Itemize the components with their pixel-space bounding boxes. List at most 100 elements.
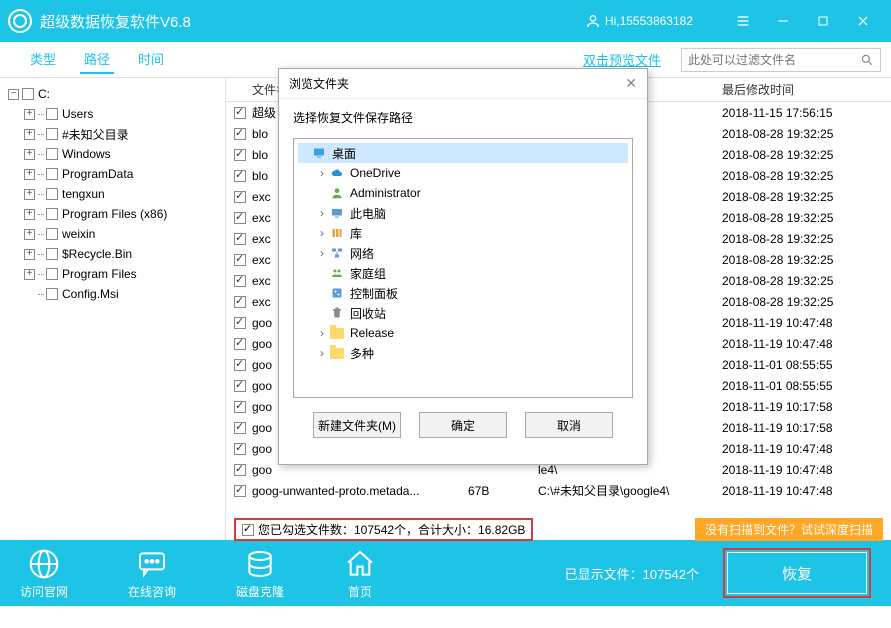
chat-icon xyxy=(136,547,168,581)
folder-tree[interactable]: − C: +Users+#未知父目录+Windows+ProgramData+t… xyxy=(0,78,226,540)
tree-checkbox[interactable] xyxy=(46,288,58,300)
tree-node[interactable]: +Program Files (x86) xyxy=(20,204,221,224)
row-checkbox[interactable] xyxy=(234,212,246,224)
collapse-icon[interactable]: − xyxy=(8,89,19,100)
tree-node[interactable]: +ProgramData xyxy=(20,164,221,184)
footer-clone-button[interactable]: 磁盘克隆 xyxy=(236,547,284,600)
tree-node[interactable]: +$Recycle.Bin xyxy=(20,244,221,264)
footer-site-button[interactable]: 访问官网 xyxy=(20,547,68,600)
caret-icon[interactable]: › xyxy=(316,226,328,240)
preview-link[interactable]: 双击预览文件 xyxy=(583,50,661,69)
row-checkbox[interactable] xyxy=(234,338,246,350)
dialog-tree-node[interactable]: ›此电脑 xyxy=(316,203,628,223)
caret-icon[interactable]: › xyxy=(316,346,328,360)
tree-node[interactable]: +Users xyxy=(20,104,221,124)
expand-icon[interactable]: + xyxy=(24,209,35,220)
dialog-tree-node[interactable]: ›Release xyxy=(316,323,628,343)
close-button[interactable] xyxy=(843,0,883,42)
dialog-tree-node[interactable]: 控制面板 xyxy=(316,283,628,303)
row-checkbox[interactable] xyxy=(234,380,246,392)
row-checkbox[interactable] xyxy=(234,443,246,455)
tree-node[interactable]: +weixin xyxy=(20,224,221,244)
tree-node[interactable]: +tengxun xyxy=(20,184,221,204)
row-checkbox[interactable] xyxy=(234,464,246,476)
row-checkbox[interactable] xyxy=(234,485,246,497)
app-logo-icon xyxy=(8,9,32,33)
search-input[interactable] xyxy=(688,53,860,67)
deep-scan-link[interactable]: 没有扫描到文件？试试深度扫描 xyxy=(695,518,883,541)
tree-checkbox[interactable] xyxy=(46,128,58,140)
expand-icon[interactable]: + xyxy=(24,169,35,180)
expand-icon[interactable]: + xyxy=(24,129,35,140)
row-checkbox[interactable] xyxy=(234,317,246,329)
expand-icon[interactable]: + xyxy=(24,109,35,120)
tree-checkbox[interactable] xyxy=(46,148,58,160)
dialog-titlebar[interactable]: 浏览文件夹 ✕ xyxy=(279,69,647,99)
tab-path[interactable]: 路径 xyxy=(70,42,124,78)
expand-icon[interactable]: + xyxy=(24,189,35,200)
expand-icon[interactable]: + xyxy=(24,229,35,240)
dialog-tree-root[interactable]: 桌面 xyxy=(298,143,628,163)
row-checkbox[interactable] xyxy=(234,359,246,371)
node-icon xyxy=(328,306,346,320)
maximize-button[interactable] xyxy=(803,0,843,42)
expand-icon[interactable]: + xyxy=(24,249,35,260)
recover-button[interactable]: 恢复 xyxy=(727,552,867,594)
search-icon[interactable] xyxy=(860,53,874,67)
user-info[interactable]: Hi,15553863182 xyxy=(585,13,693,29)
row-checkbox[interactable] xyxy=(234,107,246,119)
row-checkbox[interactable] xyxy=(234,275,246,287)
tree-checkbox[interactable] xyxy=(46,268,58,280)
dialog-tree-node[interactable]: Administrator xyxy=(316,183,628,203)
selection-checkbox[interactable] xyxy=(242,524,254,536)
row-checkbox[interactable] xyxy=(234,170,246,182)
tree-checkbox[interactable] xyxy=(46,188,58,200)
row-checkbox[interactable] xyxy=(234,191,246,203)
tree-checkbox[interactable] xyxy=(46,228,58,240)
tree-checkbox[interactable] xyxy=(46,168,58,180)
tab-type[interactable]: 类型 xyxy=(16,42,70,78)
row-checkbox[interactable] xyxy=(234,401,246,413)
row-checkbox[interactable] xyxy=(234,296,246,308)
dialog-tree-node[interactable]: 家庭组 xyxy=(316,263,628,283)
row-checkbox[interactable] xyxy=(234,254,246,266)
dialog-tree-node[interactable]: ›网络 xyxy=(316,243,628,263)
tree-checkbox[interactable] xyxy=(46,108,58,120)
desktop-icon xyxy=(310,147,328,159)
tree-checkbox[interactable] xyxy=(22,88,34,100)
footer-chat-button[interactable]: 在线咨询 xyxy=(128,547,176,600)
menu-icon[interactable] xyxy=(723,0,763,42)
tree-node[interactable]: +Windows xyxy=(20,144,221,164)
dialog-tree-node[interactable]: ›库 xyxy=(316,223,628,243)
caret-icon[interactable]: › xyxy=(316,326,328,340)
dialog-close-icon[interactable]: ✕ xyxy=(625,75,637,92)
caret-icon[interactable]: › xyxy=(316,206,328,220)
new-folder-button[interactable]: 新建文件夹(M) xyxy=(313,412,401,438)
search-box[interactable] xyxy=(681,48,881,72)
row-checkbox[interactable] xyxy=(234,149,246,161)
tree-node[interactable]: +#未知父目录 xyxy=(20,124,221,144)
footer-home-button[interactable]: 首页 xyxy=(344,547,376,600)
caret-icon[interactable]: › xyxy=(316,166,328,180)
tree-node[interactable]: +Program Files xyxy=(20,264,221,284)
dialog-tree-node[interactable]: 回收站 xyxy=(316,303,628,323)
dialog-tree-node[interactable]: ›多种 xyxy=(316,343,628,363)
file-row[interactable]: goog-unwanted-proto.metada...67BC:\#未知父目… xyxy=(226,480,891,501)
cancel-button[interactable]: 取消 xyxy=(525,412,613,438)
dialog-tree-node[interactable]: ›OneDrive xyxy=(316,163,628,183)
tree-node[interactable]: Config.Msi xyxy=(20,284,221,304)
row-checkbox[interactable] xyxy=(234,422,246,434)
tree-checkbox[interactable] xyxy=(46,248,58,260)
dialog-folder-tree[interactable]: 桌面 ›OneDriveAdministrator›此电脑›库›网络家庭组控制面… xyxy=(293,138,633,398)
col-date[interactable]: 最后修改时间 xyxy=(722,81,872,98)
row-checkbox[interactable] xyxy=(234,128,246,140)
tree-root[interactable]: − C: xyxy=(4,84,221,104)
minimize-button[interactable] xyxy=(763,0,803,42)
expand-icon[interactable]: + xyxy=(24,269,35,280)
tree-checkbox[interactable] xyxy=(46,208,58,220)
row-checkbox[interactable] xyxy=(234,233,246,245)
expand-icon[interactable]: + xyxy=(24,149,35,160)
ok-button[interactable]: 确定 xyxy=(419,412,507,438)
caret-icon[interactable]: › xyxy=(316,246,328,260)
tab-time[interactable]: 时间 xyxy=(124,42,178,78)
